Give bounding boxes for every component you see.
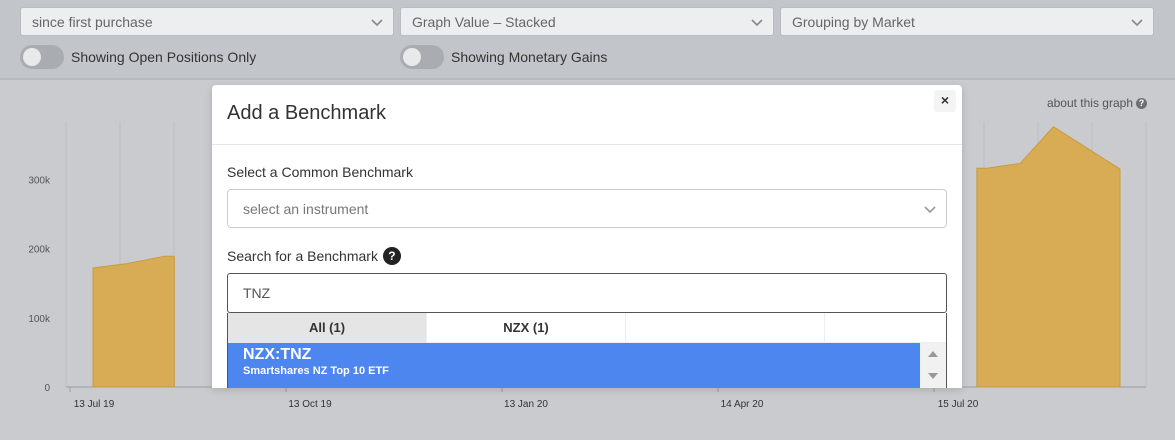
graph-value-select-value: Graph Value – Stacked	[412, 14, 556, 30]
open-positions-label: Showing Open Positions Only	[71, 49, 257, 65]
y-tick-label: 200k	[28, 245, 51, 256]
scroll-down-icon[interactable]	[928, 373, 938, 379]
result-symbol: NZX:TNZ	[243, 346, 312, 363]
period-select-value: since first purchase	[32, 14, 153, 30]
x-tick-label: 14 Apr 20	[721, 399, 764, 410]
monetary-gains-toggle-row: Showing Monetary Gains	[400, 45, 607, 69]
toggle-knob	[403, 48, 421, 66]
x-tick-label: 13 Oct 19	[288, 399, 332, 410]
x-tick-label: 15 Jul 20	[938, 399, 979, 410]
toggle-knob	[23, 48, 41, 66]
results-tabs: All (1) NZX (1)	[228, 313, 946, 343]
chevron-down-icon	[924, 206, 936, 214]
help-icon[interactable]: ?	[382, 247, 401, 265]
y-tick-label: 300k	[28, 175, 51, 186]
question-circle-icon: ?	[1136, 97, 1147, 109]
tab-empty	[626, 313, 825, 343]
tab-all[interactable]: All (1)	[228, 313, 427, 343]
open-positions-toggle-row: Showing Open Positions Only	[20, 45, 256, 69]
x-tick-label: 13 Jan 20	[504, 399, 548, 410]
about-graph-label: about this graph	[1046, 96, 1133, 110]
grouping-select-value: Grouping by Market	[792, 14, 915, 30]
scroll-up-icon[interactable]	[928, 351, 938, 357]
chevron-down-icon	[751, 19, 763, 27]
modal-header: Add a Benchmark ×	[212, 85, 962, 145]
grouping-select[interactable]: Grouping by Market	[780, 7, 1154, 36]
common-benchmark-placeholder: select an instrument	[243, 201, 369, 217]
period-select[interactable]: since first purchase	[20, 7, 394, 36]
open-positions-toggle[interactable]	[20, 45, 64, 69]
common-benchmark-label: Select a Common Benchmark	[227, 164, 413, 180]
result-name: Smartshares NZ Top 10 ETF	[243, 365, 389, 377]
about-graph-link[interactable]: about this graph ?	[1047, 96, 1147, 110]
controls-bar: since first purchase Graph Value – Stack…	[0, 0, 1175, 80]
search-benchmark-label-text: Search for a Benchmark	[227, 248, 378, 264]
y-tick-label: 100k	[28, 314, 51, 325]
common-benchmark-select[interactable]: select an instrument	[227, 189, 947, 228]
monetary-gains-toggle[interactable]	[400, 45, 444, 69]
area-series-left	[92, 255, 175, 388]
tab-nzx[interactable]: NZX (1)	[427, 313, 626, 343]
search-benchmark-label: Search for a Benchmark ?	[227, 247, 401, 265]
add-benchmark-modal: Add a Benchmark × Select a Common Benchm…	[212, 85, 962, 388]
modal-title: Add a Benchmark	[227, 102, 386, 124]
graph-value-select[interactable]: Graph Value – Stacked	[400, 7, 774, 36]
benchmark-search-input[interactable]: TNZ	[227, 273, 947, 313]
result-item[interactable]: NZX:TNZ Smartshares NZ Top 10 ETF	[228, 343, 920, 388]
chevron-down-icon	[1131, 19, 1143, 27]
monetary-gains-label: Showing Monetary Gains	[451, 49, 608, 65]
search-results: All (1) NZX (1) NZX:TNZ Smartshares NZ T…	[227, 313, 947, 388]
x-tick-label: 13 Jul 19	[74, 399, 115, 410]
common-benchmark-label-text: Select a Common Benchmark	[227, 164, 413, 180]
y-tick-label: 0	[44, 383, 50, 394]
close-button[interactable]: ×	[934, 90, 956, 112]
results-scrollbar[interactable]	[920, 343, 946, 388]
chevron-down-icon	[371, 19, 383, 27]
